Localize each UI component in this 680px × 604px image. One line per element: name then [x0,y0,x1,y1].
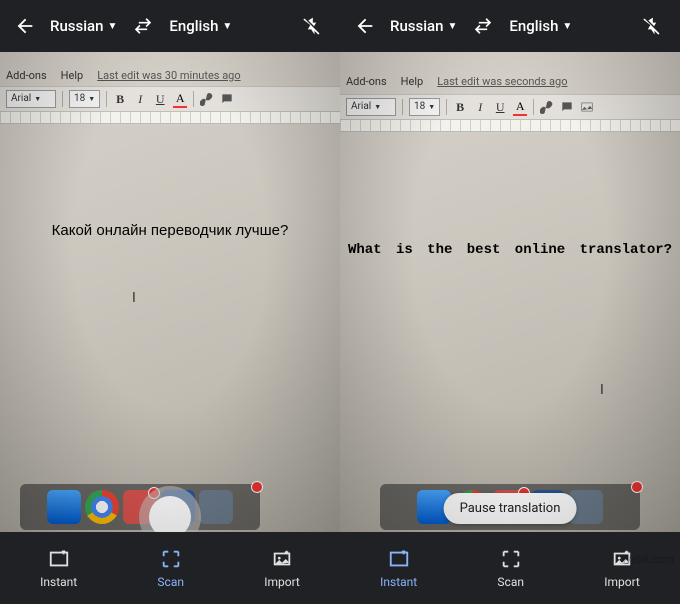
italic-button: I [473,100,487,115]
toolbar-divider [62,91,63,107]
menu-addons: Add-ons [346,75,387,88]
import-icon [271,547,293,571]
menu-addons: Add-ons [6,69,47,82]
target-language-label: English [169,17,218,35]
source-language-label: Russian [390,17,443,35]
nav-scan[interactable]: Scan [497,547,524,589]
bold-button: B [453,100,467,115]
translate-topbar: Russian ▼ English ▼ [340,0,680,52]
text-cursor-icon: I [600,382,606,396]
last-edit-text: Last edit was 30 minutes ago [97,69,240,82]
bottom-nav: Instant Scan Import [0,532,340,604]
watermark: Webit.com [622,553,674,566]
screenshot-right: Russian ▼ English ▼ Add-ons Help Last ed… [340,0,680,604]
docs-toolbar: Arial▼ 18▼ B I U A [0,86,340,112]
dock-finder-icon [47,490,81,524]
textcolor-button: A [513,99,527,116]
comment-icon [220,92,234,106]
instant-icon [48,547,70,571]
bold-button: B [113,92,127,107]
shutter-inner-icon [149,496,191,532]
source-language-label: Russian [50,17,103,35]
back-arrow-icon[interactable] [8,9,42,43]
nav-import-label: Import [264,575,300,589]
swap-languages-icon[interactable] [127,10,159,42]
font-name: Arial [11,91,31,107]
nav-scan[interactable]: Scan [157,547,184,589]
toolbar-divider [533,99,534,115]
flash-off-icon[interactable] [296,10,332,42]
target-language-selector[interactable]: English ▼ [167,13,234,39]
toolbar-divider [193,91,194,107]
camera-viewport: Add-ons Help Last edit was 30 minutes ag… [0,52,340,532]
pause-translation-button[interactable]: Pause translation [444,493,577,524]
toolbar-divider [106,91,107,107]
underline-button: U [153,92,167,107]
source-language-selector[interactable]: Russian ▼ [48,13,119,39]
link-icon [200,92,214,106]
toolbar-divider [402,99,403,115]
last-edit-text: Last edit was seconds ago [437,75,567,88]
flash-off-icon[interactable] [636,10,672,42]
back-arrow-icon[interactable] [348,9,382,43]
link-icon [540,100,554,114]
document-text: What is the best online translator? [340,242,680,258]
instant-icon [388,547,410,571]
dock-app-icon [199,490,233,524]
image-icon [580,100,594,114]
underline-button: U [493,100,507,115]
dropdown-caret-icon: ▼ [447,21,457,32]
font-size: 18 [74,91,85,107]
screenshot-left: Russian ▼ English ▼ Add-ons Help Last ed… [0,0,340,604]
docs-ruler [0,112,340,124]
scan-icon [500,547,522,571]
nav-scan-label: Scan [497,575,524,589]
menu-help: Help [61,69,84,82]
nav-instant[interactable]: Instant [40,547,77,589]
docs-menubar: Add-ons Help Last edit was seconds ago [340,70,680,92]
toolbar-divider [446,99,447,115]
font-selector: Arial▼ [6,90,56,108]
nav-instant[interactable]: Instant [380,547,417,589]
nav-instant-label: Instant [380,575,417,589]
menu-help: Help [401,75,424,88]
camera-viewport: Add-ons Help Last edit was seconds ago A… [340,52,680,532]
comment-icon [560,100,574,114]
source-language-selector[interactable]: Russian ▼ [388,13,459,39]
fontsize-selector: 18▼ [409,98,440,116]
docs-menubar: Add-ons Help Last edit was 30 minutes ag… [0,64,340,86]
nav-import[interactable]: Import [264,547,300,589]
dock-chrome-icon [85,490,119,524]
scan-icon [160,547,182,571]
font-name: Arial [351,99,371,115]
nav-instant-label: Instant [40,575,77,589]
font-selector: Arial▼ [346,98,396,116]
text-cursor-icon: I [132,290,138,304]
document-text: Какой онлайн переводчик лучше? [0,222,340,239]
dropdown-caret-icon: ▼ [107,21,117,32]
nav-scan-label: Scan [157,575,184,589]
target-language-label: English [509,17,558,35]
font-size: 18 [414,99,425,115]
docs-toolbar: Arial▼ 18▼ B I U A [340,94,680,120]
target-language-selector[interactable]: English ▼ [507,13,574,39]
dropdown-caret-icon: ▼ [562,21,572,32]
italic-button: I [133,92,147,107]
dropdown-caret-icon: ▼ [222,21,232,32]
translate-topbar: Russian ▼ English ▼ [0,0,340,52]
nav-import-label: Import [604,575,640,589]
bottom-nav: Instant Scan Import [340,532,680,604]
swap-languages-icon[interactable] [467,10,499,42]
fontsize-selector: 18▼ [69,90,100,108]
docs-ruler [340,120,680,132]
textcolor-button: A [173,91,187,108]
pause-translation-label: Pause translation [460,501,561,516]
